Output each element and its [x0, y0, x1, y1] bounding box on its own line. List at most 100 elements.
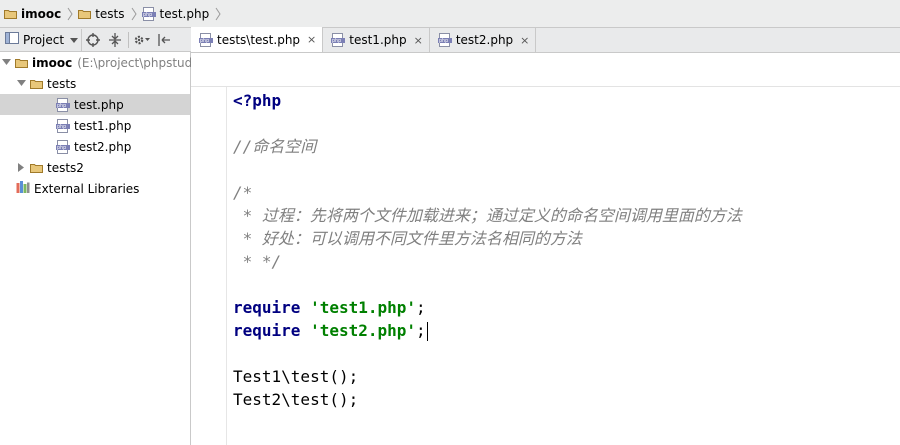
chevron-right-icon: [214, 0, 222, 28]
tree-item-external-libraries[interactable]: External Libraries: [0, 178, 190, 199]
semicolon: ;: [416, 298, 426, 317]
tab-label: test2.php: [455, 33, 514, 47]
block-comment-line: * 过程：先将两个文件加载进来；通过定义的命名空间调用里面的方法: [233, 206, 742, 225]
project-view-label: Project: [23, 32, 65, 47]
hide-panel-button[interactable]: [153, 29, 175, 51]
tree-item-path: (E:\project\phpstudy: [77, 55, 200, 70]
code-line: <?php: [233, 89, 281, 112]
crosshair-icon: [86, 32, 101, 47]
tree-item-label: tests2: [47, 160, 84, 175]
string-literal: 'test2.php': [310, 321, 417, 340]
tab-test1-php[interactable]: php test1.php ×: [323, 28, 430, 52]
project-toolbar: Project: [0, 28, 191, 52]
block-comment-line: * 好处：可以调用不同文件里方法名相同的方法: [233, 229, 582, 248]
tree-item-label: test1.php: [74, 118, 132, 133]
php-open-tag: <?php: [233, 91, 282, 110]
svg-text:php: php: [57, 124, 66, 130]
tree-item-imooc[interactable]: imooc (E:\project\phpstudy: [0, 52, 199, 73]
breadcrumb-item-imooc[interactable]: imooc: [4, 0, 63, 28]
breadcrumb-item-test-php[interactable]: php test.php: [141, 0, 212, 28]
project-view-icon: [5, 31, 19, 48]
block-comment-close: * */: [233, 252, 282, 271]
close-icon[interactable]: ×: [414, 34, 423, 47]
folder-icon: [30, 79, 43, 89]
close-icon[interactable]: ×: [520, 34, 529, 47]
project-tree: imooc (E:\project\phpstudy tests php tes…: [0, 52, 199, 445]
chevron-right-icon: [66, 0, 74, 28]
code-line: //命名空间: [233, 135, 316, 158]
php-file-icon: php: [141, 6, 156, 21]
library-icon: [16, 181, 30, 196]
tree-item-label: test2.php: [74, 139, 132, 154]
code-line: * */: [233, 250, 282, 273]
require-keyword: require: [233, 321, 301, 340]
php-file-icon: php: [331, 33, 346, 47]
namespace-call: Test1\test();: [233, 367, 359, 386]
chevron-right-icon: [130, 0, 138, 28]
code-line: Test2\test();: [233, 388, 358, 411]
hide-panel-icon: [158, 33, 171, 46]
code-line: * 好处：可以调用不同文件里方法名相同的方法: [233, 227, 582, 250]
editor-tabbar: php tests\test.php × php test1.php × php…: [191, 27, 900, 53]
php-file-icon: php: [437, 33, 452, 47]
svg-text:php: php: [143, 12, 152, 18]
code-editor[interactable]: <?php //命名空间 /* * 过程：先将两个文件加载进来；通过定义的命名空…: [227, 87, 900, 445]
tab-label: test1.php: [349, 33, 407, 47]
gear-icon: [134, 35, 151, 44]
php-file-icon: php: [56, 97, 70, 112]
tree-item-test-php[interactable]: php test.php: [0, 94, 190, 115]
folder-icon: [15, 58, 28, 68]
folder-icon: [4, 9, 17, 19]
tree-item-label: tests: [47, 76, 77, 91]
breadcrumb-label: test.php: [159, 6, 210, 21]
code-line: require 'test1.php';: [233, 296, 426, 319]
tab-test2-php[interactable]: php test2.php ×: [430, 28, 537, 52]
svg-text:php: php: [332, 38, 341, 44]
svg-text:php: php: [57, 145, 66, 151]
block-comment-open: /*: [233, 183, 253, 202]
tree-item-test2-php[interactable]: php test2.php: [0, 136, 190, 157]
tree-item-test1-php[interactable]: php test1.php: [0, 115, 190, 136]
toolbar-separator: [128, 31, 130, 48]
svg-text:php: php: [200, 38, 209, 44]
expand-arrow-icon[interactable]: [2, 58, 11, 68]
editor-gutter[interactable]: [191, 87, 227, 445]
tree-item-tests[interactable]: tests: [0, 73, 190, 94]
text-caret: [426, 322, 428, 341]
code-line: * 过程：先将两个文件加载进来；通过定义的命名空间调用里面的方法: [233, 204, 742, 227]
string-literal: 'test1.php': [310, 298, 417, 317]
code-line: /*: [233, 181, 252, 204]
collapse-all-button[interactable]: [104, 29, 126, 51]
collapsed-arrow-icon[interactable]: [16, 163, 26, 173]
settings-button[interactable]: [131, 29, 153, 51]
close-icon[interactable]: ×: [307, 33, 316, 46]
php-file-icon: php: [56, 118, 70, 133]
line-comment: //命名空间: [233, 137, 317, 156]
php-file-icon: php: [199, 32, 213, 47]
semicolon: ;: [416, 321, 426, 340]
code-line: require 'test2.php';: [233, 319, 428, 342]
dropdown-arrow-icon: [70, 33, 79, 47]
breadcrumb: imooc tests php test.php: [0, 0, 900, 28]
project-view-selector[interactable]: Project: [2, 28, 83, 51]
breadcrumb-label: tests: [95, 6, 125, 21]
breadcrumb-item-tests[interactable]: tests: [78, 0, 126, 28]
tab-label: tests\test.php: [217, 32, 301, 47]
collapse-all-icon: [109, 32, 122, 47]
tab-tests-test-php[interactable]: php tests\test.php ×: [191, 27, 324, 52]
code-line: Test1\test();: [233, 365, 358, 388]
editor-header-strip: [191, 53, 900, 87]
tree-item-label: imooc: [32, 55, 73, 70]
tree-item-label: External Libraries: [34, 181, 140, 196]
php-file-icon: php: [56, 139, 70, 154]
svg-text:php: php: [57, 103, 66, 109]
breadcrumb-label: imooc: [21, 6, 62, 21]
tree-item-tests2[interactable]: tests2: [0, 157, 190, 178]
tree-item-label: test.php: [74, 97, 124, 112]
expand-arrow-icon[interactable]: [16, 79, 26, 89]
svg-text:php: php: [439, 38, 448, 44]
require-keyword: require: [233, 298, 301, 317]
folder-icon: [78, 9, 92, 19]
namespace-call: Test2\test();: [233, 390, 359, 409]
scroll-from-source-button[interactable]: [82, 29, 104, 51]
